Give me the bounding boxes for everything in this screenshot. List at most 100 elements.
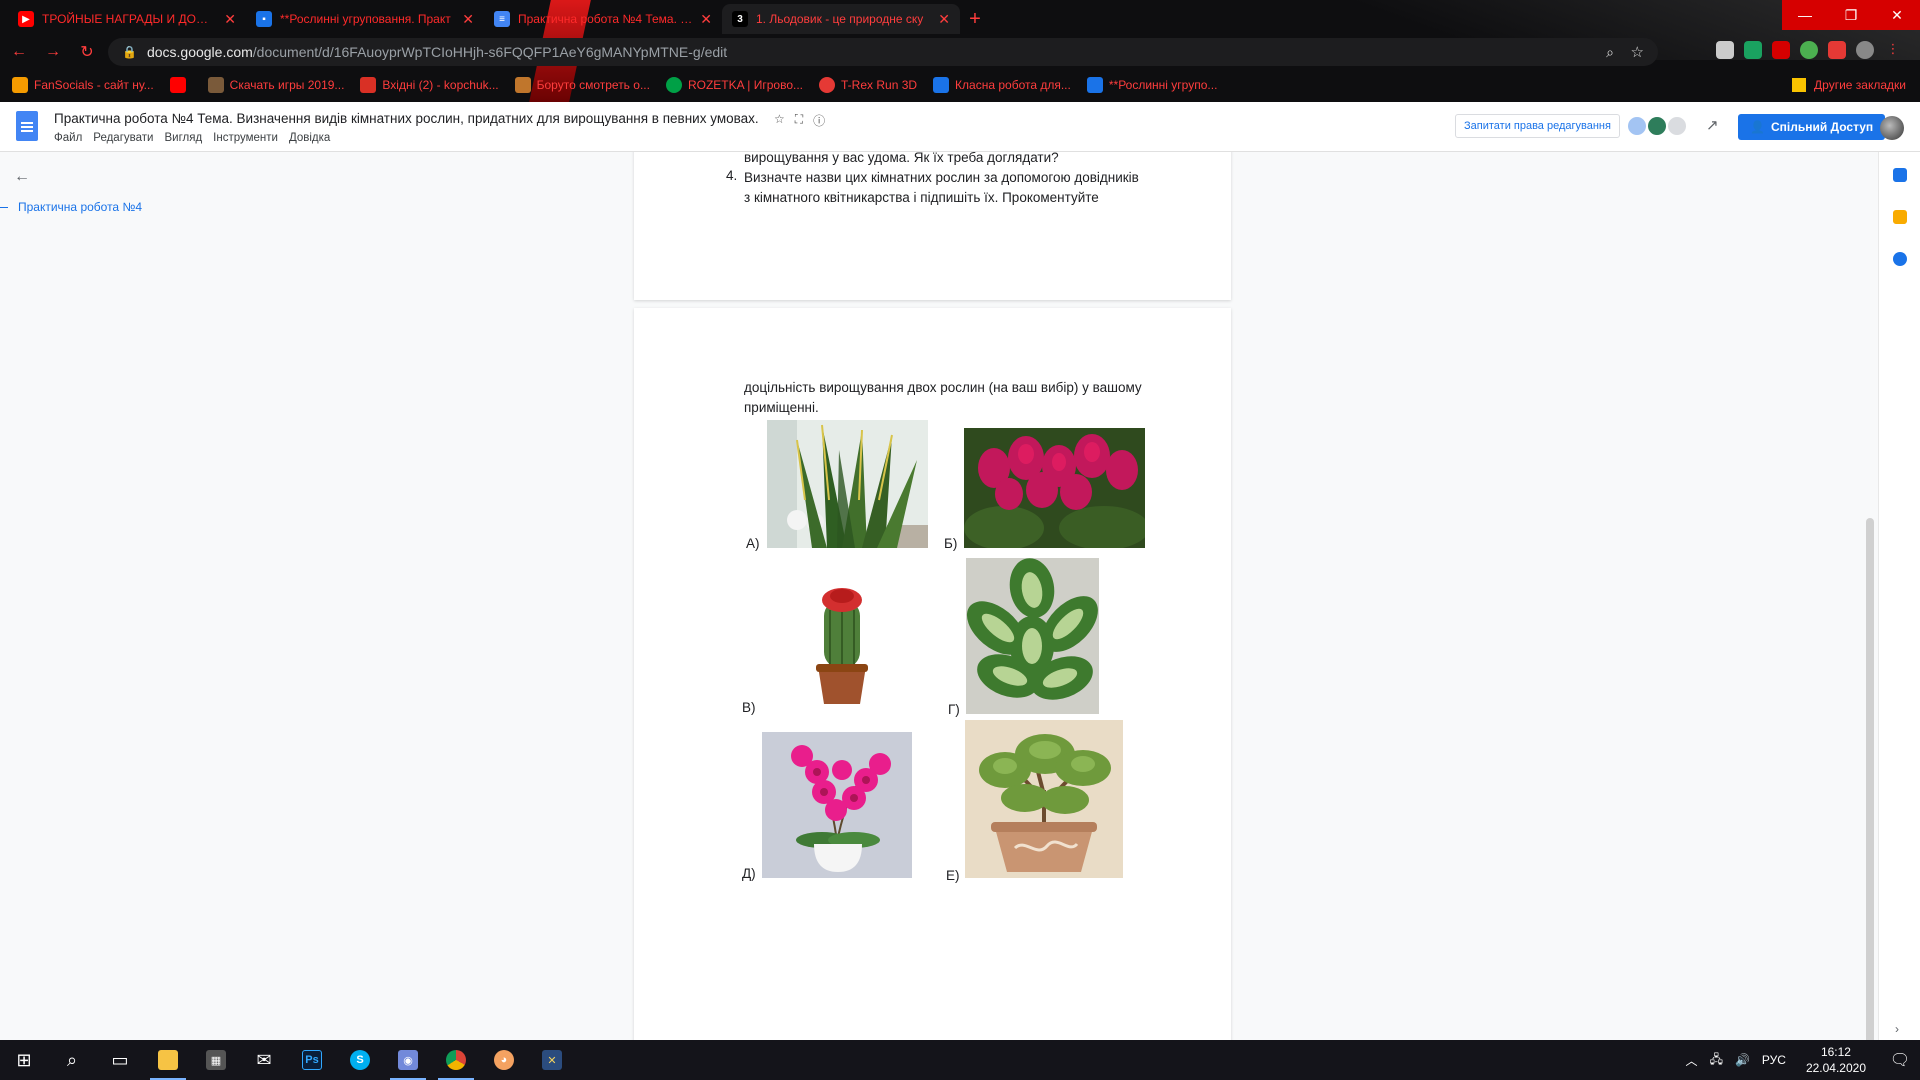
game-icon[interactable]: ◕ [480, 1040, 528, 1080]
url-path: /document/d/16FAuoyprWpTCIoHHjh-s6FQQFP1… [252, 44, 728, 60]
menu-help[interactable]: Довідка [289, 132, 330, 144]
document-page: вирощування у вас удома. Як їх треба дог… [634, 152, 1231, 300]
photo-label: А) [746, 536, 760, 551]
search-icon[interactable]: ⌕ [1606, 44, 1614, 61]
bookmark-gmail[interactable]: Вхідні (2) - kopchuk... [360, 77, 499, 93]
close-tab-icon[interactable]: ✕ [938, 11, 950, 28]
search-icon[interactable]: ⌕ [48, 1040, 96, 1080]
avatar[interactable] [1666, 115, 1688, 137]
side-panel-rail: › [1878, 152, 1920, 1040]
classroom-icon [933, 77, 950, 93]
language-indicator[interactable]: РУС [1762, 1053, 1786, 1067]
menu-file[interactable]: Файл [54, 132, 82, 144]
photo-label: Г) [948, 702, 960, 717]
restore-button[interactable]: ❐ [1828, 0, 1874, 30]
new-tab-button[interactable]: + [960, 4, 990, 34]
close-window-button[interactable]: ✕ [1874, 0, 1920, 30]
menu-bar: Файл Редагувати Вигляд Інструменти Довід… [54, 132, 330, 144]
clock[interactable]: 16:12 22.04.2020 [1806, 1044, 1866, 1076]
vertical-scrollbar[interactable] [1866, 518, 1874, 1040]
activity-dashboard-icon[interactable]: ↗ [1706, 116, 1719, 134]
keep-icon[interactable] [1893, 210, 1907, 224]
doc-text-line: доцільність вирощування двох рослин (на … [744, 380, 1142, 395]
bookmark-youtube[interactable] [169, 77, 192, 93]
bookmark-slides[interactable]: **Рослинні угрупо... [1086, 77, 1217, 93]
extension-icon[interactable] [1828, 41, 1846, 59]
docs-logo-icon[interactable] [16, 111, 38, 141]
extension-icon[interactable] [1744, 41, 1762, 59]
bookmark-trex[interactable]: T-Rex Run 3D [819, 77, 917, 93]
bookmark-star-icon[interactable]: ☆ [1631, 43, 1644, 61]
network-icon[interactable]: 🖧 [1710, 1050, 1723, 1071]
slides-icon [1086, 77, 1103, 93]
cactus-image [784, 580, 904, 710]
cyclamen-image [964, 428, 1145, 548]
star-icon[interactable]: ☆ [774, 112, 785, 129]
other-bookmarks[interactable]: Другие закладки [1792, 78, 1906, 92]
bookmark-label: Боруто смотреть о... [536, 78, 650, 92]
drive-folder-icon[interactable]: ⛶ [795, 112, 803, 129]
bookmark-label: Класна робота для... [955, 78, 1071, 92]
file-explorer-icon[interactable] [144, 1040, 192, 1080]
forward-icon[interactable]: → [38, 37, 68, 67]
document-title[interactable]: Практична робота №4 Тема. Визначення вид… [54, 111, 759, 126]
app-icon[interactable]: ✕ [528, 1040, 576, 1080]
jade-plant-image [965, 720, 1123, 878]
extension-icon[interactable] [1772, 41, 1790, 59]
close-tab-icon[interactable]: ✕ [700, 11, 712, 28]
reload-icon[interactable]: ↻ [72, 37, 102, 67]
mail-icon[interactable]: ✉ [240, 1040, 288, 1080]
menu-edit[interactable]: Редагувати [93, 132, 153, 144]
menu-view[interactable]: Вигляд [164, 132, 202, 144]
discord-icon[interactable]: ◉ [384, 1040, 432, 1080]
avatar[interactable] [1626, 115, 1648, 137]
back-icon[interactable]: ← [4, 37, 34, 67]
address-bar[interactable]: 🔒 docs.google.com/document/d/16FAuoyprWp… [108, 38, 1658, 66]
list-number: 4. [726, 168, 738, 183]
share-button[interactable]: 👤 Спільний Доступ [1738, 114, 1886, 140]
tasks-icon[interactable] [1893, 252, 1907, 266]
tab-youtube[interactable]: ▶ ТРОЙНЫЕ НАГРАДЫ И ДОМ С ✕ [8, 4, 246, 34]
notifications-icon[interactable]: 🗨 [1880, 1040, 1920, 1080]
menu-dots-icon[interactable]: ⋮ [1884, 41, 1902, 59]
tab-active[interactable]: 3 1. Льодовик - це природне ску ✕ [722, 4, 960, 34]
minimize-button[interactable]: — [1782, 0, 1828, 30]
volume-icon[interactable]: 🔊 [1735, 1053, 1750, 1067]
bookmark-fansocials[interactable]: FanSocials - сайт ну... [12, 77, 154, 93]
task-view-icon[interactable]: ▭ [96, 1040, 144, 1080]
bookmark-games[interactable]: Скачать игры 2019... [207, 77, 344, 93]
bookmark-rozetka[interactable]: ROZETKA | Игрово... [665, 77, 803, 93]
outline-item[interactable]: Практична робота №4 [0, 200, 142, 214]
chevron-right-icon[interactable]: › [1895, 1022, 1899, 1036]
tab-slides[interactable]: ▪ **Рослинні угруповання. Практ ✕ [246, 4, 484, 34]
outline-item-label: Практична робота №4 [18, 200, 142, 214]
menu-tools[interactable]: Інструменти [213, 132, 278, 144]
avatar[interactable] [1646, 115, 1668, 137]
profile-icon[interactable] [1856, 41, 1874, 59]
user-avatar[interactable] [1880, 116, 1904, 140]
windows-start-icon[interactable]: ⊞ [0, 1040, 48, 1080]
tab-count-icon: 3 [732, 11, 748, 27]
bookmark-label: Вхідні (2) - kopchuk... [382, 78, 499, 92]
clock-date: 22.04.2020 [1805, 1061, 1866, 1075]
bookmark-favicon-icon [12, 77, 28, 93]
info-icon[interactable]: ⓘ [813, 112, 825, 129]
bookmark-classroom[interactable]: Класна робота для... [933, 77, 1071, 93]
extension-icon[interactable] [1716, 41, 1734, 59]
orchid-image [762, 732, 912, 878]
person-icon: 👤 [1750, 120, 1765, 134]
request-edit-button[interactable]: Запитати права редагування [1455, 114, 1620, 138]
close-tab-icon[interactable]: ✕ [224, 11, 236, 28]
outline-back-icon[interactable]: ← [14, 168, 30, 186]
calendar-icon[interactable] [1893, 168, 1907, 182]
skype-icon[interactable]: S [336, 1040, 384, 1080]
extension-icon[interactable] [1800, 41, 1818, 59]
close-tab-icon[interactable]: ✕ [462, 11, 474, 28]
store-icon[interactable]: ▦ [192, 1040, 240, 1080]
photoshop-icon[interactable]: Ps [288, 1040, 336, 1080]
tab-docs[interactable]: ≡ Практична робота №4 Тема. Ви ✕ [484, 4, 722, 34]
chevron-up-icon[interactable]: ︿ [1686, 1052, 1698, 1069]
chrome-icon[interactable] [432, 1040, 480, 1080]
bookmark-boruto[interactable]: Боруто смотреть о... [514, 77, 650, 93]
tab-strip: ▶ ТРОЙНЫЕ НАГРАДЫ И ДОМ С ✕ ▪ **Рослинні… [0, 0, 1780, 34]
